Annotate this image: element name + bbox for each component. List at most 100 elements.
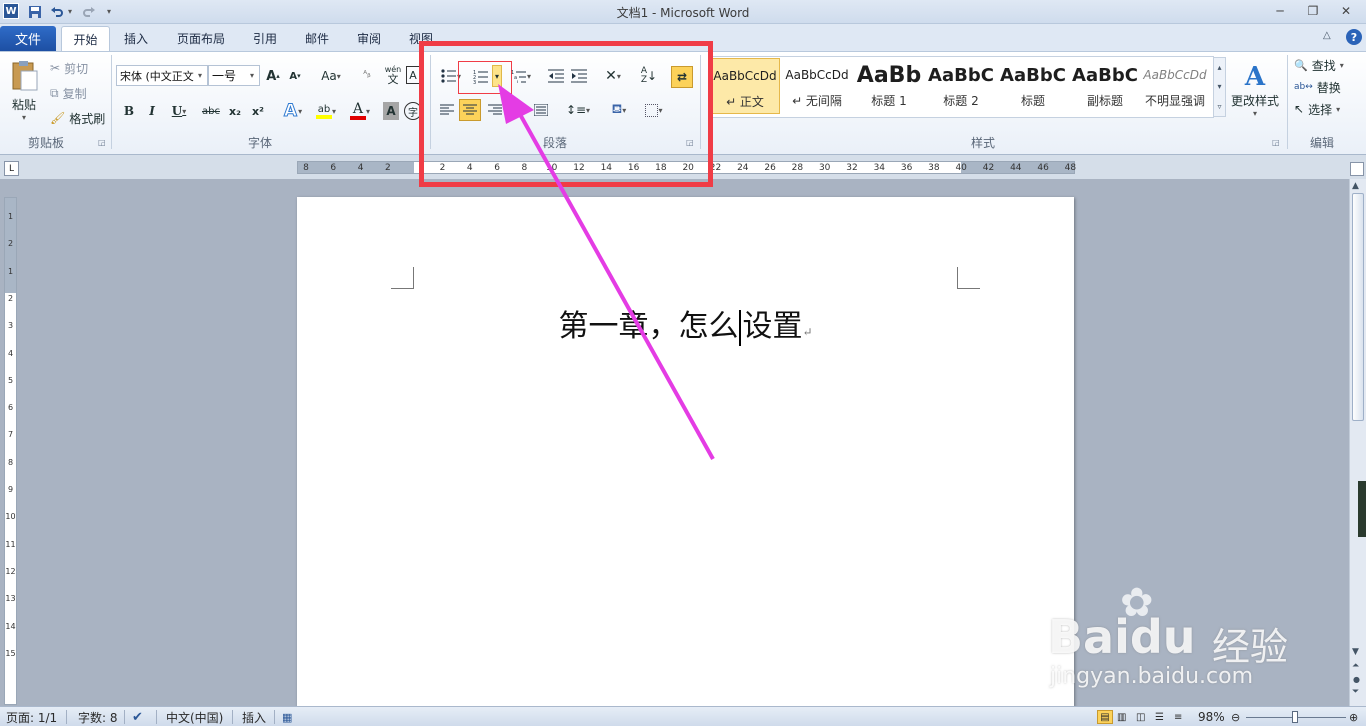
vertical-ruler[interactable]: 1 2 1 2 3 4 5 6 7 8 9 10 11 12 13 14 15 [4,197,17,705]
replace-button[interactable]: ab↔ 替换 [1294,78,1341,96]
paste-button[interactable]: 粘贴 ▾ [6,56,42,124]
format-painter-button[interactable]: 🖌 格式刷 [50,109,105,127]
style-no-spacing[interactable]: AaBbCcDd ↵ 无间隔 [782,58,852,114]
zoom-in-icon[interactable]: ⊕ [1349,710,1358,724]
separator [274,710,275,724]
insert-mode[interactable]: 插入 [242,710,266,725]
italic-button[interactable]: I [143,101,161,121]
phonetic-guide-button[interactable]: wén 文 [382,64,404,86]
copy-button[interactable]: ⧉ 复制 [50,84,87,102]
gallery-scroll[interactable]: ▴ ▾ ▿ [1213,57,1226,117]
change-styles-icon: A [1244,62,1266,92]
style-heading-1[interactable]: AaBb 标题 1 [854,58,924,114]
tab-review[interactable]: 审阅 [348,26,390,51]
restore-icon[interactable]: ❐ [1298,1,1328,21]
chevron-down-icon[interactable]: ▾ [250,71,254,80]
styles-dialog-launcher-icon[interactable]: ◲ [1272,138,1280,147]
proofing-icon[interactable]: ✔ [132,710,143,725]
gallery-down-icon[interactable]: ▾ [1217,82,1221,91]
char-border-button[interactable]: A [406,66,420,84]
zoom-slider-thumb[interactable] [1292,711,1298,723]
clipboard-dialog-launcher-icon[interactable]: ◲ [98,138,106,147]
draft-view-icon[interactable]: ≡ [1174,710,1182,724]
scroll-thumb[interactable] [1352,193,1364,421]
minimize-ribbon-icon[interactable]: △ [1323,30,1331,41]
language[interactable]: 中文(中国) [166,710,223,725]
change-case-button[interactable]: Aa ▾ [318,66,344,86]
find-button[interactable]: 🔍 查找 ▾ [1294,56,1344,74]
crop-mark-top-left [391,267,414,289]
text-highlight-button[interactable]: ab ▾ [311,100,341,122]
vruler-tick-label: 5 [7,375,14,385]
tab-selector-icon[interactable]: L [4,161,19,176]
zoom-out-icon[interactable]: ⊖ [1231,710,1240,724]
font-size-combo[interactable]: 一号 ▾ [208,65,260,86]
scroll-up-icon[interactable]: ▲ [1352,181,1359,191]
separator [66,710,67,724]
replace-icon: ab↔ [1294,82,1313,92]
style-title[interactable]: AaBbC 标题 [998,58,1068,114]
tab-file[interactable]: 文件 [0,26,56,51]
editing-group-label: 编辑 [1309,136,1334,150]
shrink-font-button[interactable]: A ▾ [287,66,303,86]
grow-font-button[interactable]: A ▴ [265,66,281,86]
gallery-more-icon[interactable]: ▿ [1217,102,1221,111]
text-effects-icon: A [283,101,298,122]
vruler-tick-label: 10 [5,512,16,522]
help-icon[interactable]: ? [1346,29,1362,45]
vruler-tick-label: 3 [7,321,14,331]
separator [111,55,112,149]
select-button[interactable]: ↖ 选择 ▾ [1294,100,1340,118]
char-shading-button[interactable]: A [383,102,399,120]
view-ruler-icon[interactable] [1350,162,1364,176]
zoom-level[interactable]: 98% [1198,710,1225,724]
web-layout-icon[interactable]: ◫ [1136,710,1145,724]
subscript-button[interactable]: x₂ [226,101,244,121]
text-effects-button[interactable]: A ▾ [280,100,306,122]
separator [232,710,233,724]
style-heading-2[interactable]: AaBbC 标题 2 [926,58,996,114]
tab-insert[interactable]: 插入 [114,26,158,51]
vruler-tick-label: 12 [5,566,16,576]
close-icon[interactable]: ✕ [1331,1,1361,21]
word-count[interactable]: 字数: 8 [78,710,118,725]
cut-button[interactable]: ✂ 剪切 [50,59,88,77]
ruler-tick-label: 26 [764,163,776,173]
ruler-tick-label: 8 [303,163,309,173]
ruler-tick-label: 42 [982,163,995,173]
strikethrough-button[interactable]: abc [200,101,222,121]
font-name-combo[interactable]: 宋体 (中文正文 ▾ [116,65,208,86]
vruler-tick-label: 14 [5,621,16,631]
paste-dropdown-icon[interactable]: ▾ [22,113,26,122]
style-subtle-emphasis[interactable]: AaBbCcDd 不明显强调 [1140,58,1210,114]
vruler-tick-label: 8 [7,457,14,467]
style-subtitle[interactable]: AaBbC 副标题 [1070,58,1140,114]
change-styles-button[interactable]: A 更改样式 ▾ [1228,56,1282,124]
tab-page-layout[interactable]: 页面布局 [168,26,234,51]
ruler-tick-label: 2 [385,163,391,173]
print-layout-view-icon[interactable]: ▤ [1097,710,1113,724]
minimize-icon[interactable]: ─ [1265,1,1295,21]
ruler-tick-label: 46 [1037,163,1049,173]
gallery-up-icon[interactable]: ▴ [1217,63,1221,72]
tab-home[interactable]: 开始 [61,26,110,51]
underline-button[interactable]: U ▾ [166,101,192,121]
full-screen-reading-icon[interactable]: ▥ [1117,710,1126,724]
font-color-button[interactable]: A ▾ [346,100,374,122]
page-count[interactable]: 页面: 1/1 [6,710,57,725]
annotation-arrow [498,84,715,460]
ruler-tick-label: 4 [357,163,364,173]
superscript-button[interactable]: x² [249,101,267,121]
watermark-brand: Baidu [1048,610,1196,664]
vruler-tick-label: 9 [7,485,14,494]
outline-view-icon[interactable]: ☰ [1155,710,1164,724]
macro-record-icon[interactable]: ▦ [282,710,292,724]
tab-references[interactable]: 引用 [244,26,286,51]
ruler-tick-label: 24 [737,163,749,173]
chevron-down-icon[interactable]: ▾ [198,71,202,80]
tab-mailings[interactable]: 邮件 [296,26,338,51]
clipboard-icon [12,60,38,90]
watermark-url: jingyan.baidu.com [1050,664,1254,689]
bold-button[interactable]: B [120,101,138,121]
clear-format-button[interactable]: ᴬᵦ [358,64,376,86]
